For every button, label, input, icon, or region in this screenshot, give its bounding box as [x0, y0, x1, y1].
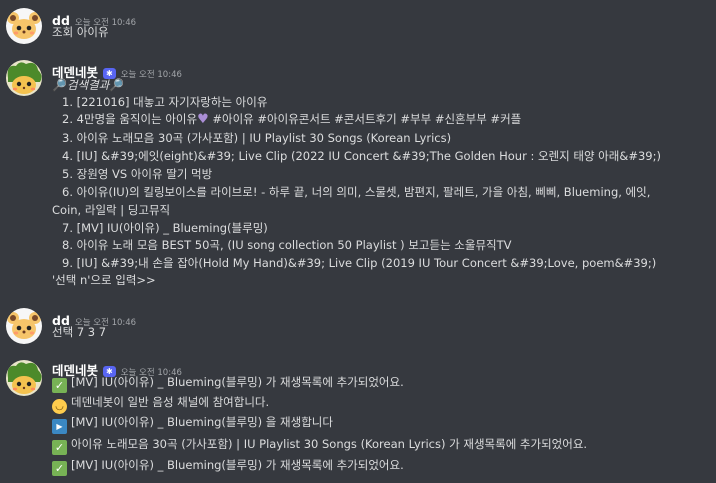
play-icon: ▶ [52, 419, 67, 434]
result-item: 9. [IU] &#39;내 손을 잡아(Hold My Hand)&#39; … [62, 256, 657, 270]
status-text: [MV] IU(아이유) _ Blueming(블루밍) 가 재생목록에 추가되… [71, 375, 404, 389]
message-text: 조회 아이유 [52, 25, 109, 39]
smile-icon: ◡ [52, 399, 67, 414]
result-item: 2. 4만명을 움직이는 아이유♥ #아이유 #아이유콘서트 #콘서트후기 #부… [62, 111, 521, 128]
search-title-text: 검색결과 [66, 78, 110, 92]
search-title: 🔎검색결과🔎 [52, 77, 124, 93]
bot-avatar[interactable] [6, 360, 42, 396]
avatar[interactable] [6, 308, 42, 344]
status-text: 데덴네봇이 일반 음성 채널에 참여합니다. [71, 395, 270, 409]
status-text: 아이유 노래모음 30곡 (가사포함) | IU Playlist 30 Son… [71, 437, 588, 451]
message-text: 선택 7 3 7 [52, 325, 107, 339]
status-line: ◡ 데덴네봇이 일반 음성 채널에 참여합니다. [52, 394, 269, 414]
chat-log: dd 오늘 오전 10:46 조회 아이유 데덴네봇 ✱ 오늘 오전 10:46 🔎검… [0, 0, 716, 483]
timestamp: 오늘 오전 10:46 [120, 70, 182, 80]
result-item-continued: Coin, 라일락 | 딩고뮤직 [52, 203, 171, 217]
check-icon: ✓ [52, 378, 67, 393]
avatar[interactable] [6, 8, 42, 44]
check-icon: ✓ [52, 461, 67, 476]
status-line: ✓ [MV] IU(아이유) _ Blueming(블루밍) 가 재생목록에 추가… [52, 374, 404, 393]
result-item: 1. [221016] 대놓고 자기자랑하는 아이유 [62, 95, 268, 109]
status-line: ▶ [MV] IU(아이유) _ Blueming(블루밍) 을 재생합니다 [52, 414, 333, 434]
magnifier-icon: 🔎 [109, 78, 125, 92]
result-item: 7. [MV] IU(아이유) _ Blueming(블루밍) [62, 221, 268, 235]
magnifier-icon: 🔎 [52, 78, 67, 92]
result-item: 5. 장원영 VS 아이유 딸기 먹방 [62, 167, 213, 181]
status-line: ✓ 아이유 노래모음 30곡 (가사포함) | IU Playlist 30 So… [52, 436, 587, 455]
check-icon: ✓ [52, 440, 67, 455]
result-hashtags: #아이유 #아이유콘서트 #콘서트후기 #부부 #신혼부부 #커플 [208, 112, 522, 126]
result-item: 3. 아이유 노래모음 30곡 (가사포함) | IU Playlist 30 … [62, 131, 452, 145]
result-item: 8. 아이유 노래 모음 BEST 50곡, (IU song collecti… [62, 238, 512, 252]
result-text: 2. 4만명을 움직이는 아이유 [62, 112, 198, 126]
result-item: 4. [IU] &#39;에잇(eight)&#39; Live Clip (2… [62, 149, 661, 163]
purple-heart-icon: ♥ [197, 112, 209, 127]
result-item: 6. 아이유(IU)의 킬링보이스를 라이브로! - 하루 끝, 너의 의미, … [62, 185, 651, 199]
bot-avatar[interactable] [6, 60, 42, 96]
status-text: [MV] IU(아이유) _ Blueming(블루밍) 가 재생목록에 추가되… [71, 458, 404, 472]
status-text: [MV] IU(아이유) _ Blueming(블루밍) 을 재생합니다 [71, 415, 333, 429]
search-footer: '선택 n'으로 입력>> [52, 273, 156, 287]
status-line: ✓ [MV] IU(아이유) _ Blueming(블루밍) 가 재생목록에 추가… [52, 457, 404, 476]
